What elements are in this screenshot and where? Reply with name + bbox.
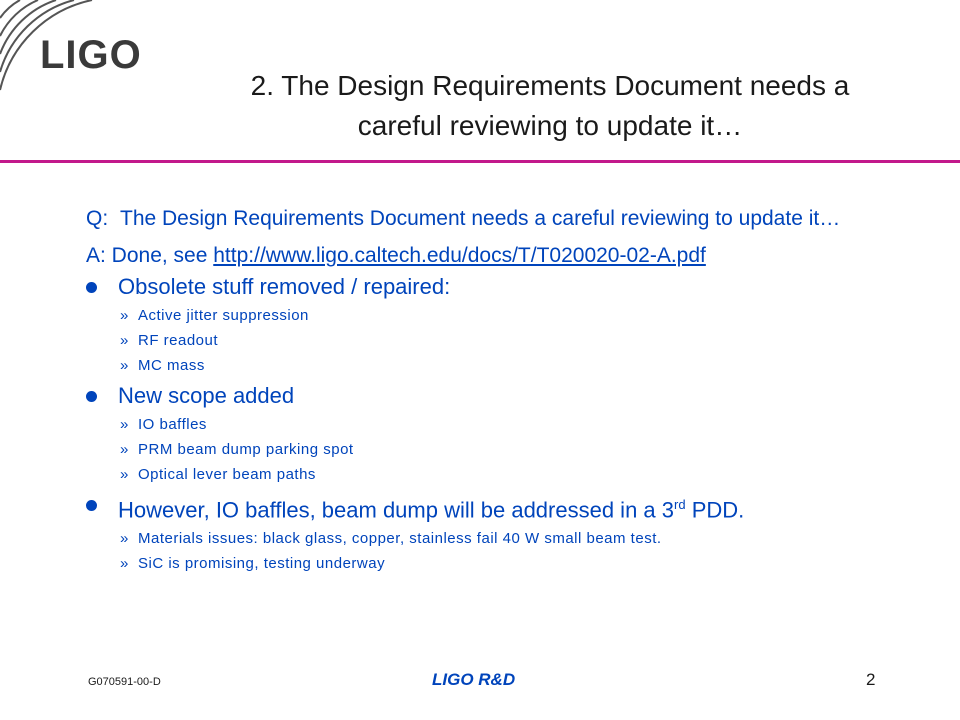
sub-item-text: SiC is promising, testing underway (138, 555, 386, 573)
bullet-text: New scope added (118, 383, 295, 408)
bullet-obsolete: Obsolete stuff removed / repaired: (86, 274, 916, 300)
sub-item: » RF readout (86, 332, 916, 350)
title-line-1: 2. The Design Requirements Document need… (250, 70, 850, 101)
slide-title: 2. The Design Requirements Document need… (170, 66, 930, 146)
answer-paragraph: A: Done, see http://www.ligo.caltech.edu… (86, 244, 916, 268)
footer-center-label: LIGO R&D (432, 670, 516, 689)
footer-page-number: 2 (866, 670, 876, 689)
sub-item-text: Materials issues: black glass, copper, s… (138, 530, 662, 548)
sub-marker-icon: » (120, 441, 129, 458)
sub-item-text: RF readout (138, 332, 219, 349)
bullet-text-before: However, IO baffles, beam dump will be a… (118, 497, 675, 523)
sub-marker-icon: » (120, 466, 129, 483)
sub-marker-icon: » (120, 555, 129, 573)
sub-item-text: IO baffles (138, 416, 207, 433)
sub-marker-icon: » (120, 332, 129, 349)
sub-item-text: PRM beam dump parking spot (138, 441, 354, 458)
sub-item: » SiC is promising, testing underway (86, 555, 916, 573)
sub-item: » Optical lever beam paths (86, 466, 916, 484)
sub-item: » Active jitter suppression (86, 307, 916, 325)
sub-marker-icon: » (120, 530, 129, 548)
bullet-text-after: PDD. (685, 497, 745, 523)
title-line-2: careful reviewing to update it… (357, 110, 743, 141)
answer-prefix: A: Done, see (86, 244, 214, 267)
sub-item-text: MC mass (138, 357, 205, 374)
footer-doc-id: G070591-00-D (88, 676, 161, 688)
sub-marker-icon: » (120, 307, 129, 324)
bullet-dot-icon (86, 391, 97, 402)
sub-item: » IO baffles (86, 416, 916, 434)
bullet-superscript: rd (674, 497, 686, 512)
question-label: Q: (86, 207, 109, 230)
bullet-however: However, IO baffles, beam dump will be a… (86, 492, 916, 523)
sub-marker-icon: » (120, 357, 129, 374)
bullet-new-scope: New scope added (86, 383, 916, 409)
sub-item-text: Optical lever beam paths (138, 466, 316, 483)
bullet-dot-icon (86, 282, 97, 293)
sub-item: » MC mass (86, 357, 916, 375)
slide-content: Q: The Design Requirements Document need… (86, 208, 916, 573)
bullet-dot-icon (86, 500, 97, 511)
sub-item: » Materials issues: black glass, copper, … (86, 530, 916, 548)
document-link[interactable]: http://www.ligo.caltech.edu/docs/T/T0200… (213, 244, 706, 267)
sub-marker-icon: » (120, 416, 129, 433)
sub-item: » PRM beam dump parking spot (86, 441, 916, 459)
question-text: The Design Requirements Document needs a… (120, 207, 841, 230)
sub-item-text: Active jitter suppression (138, 307, 309, 324)
ligo-logo: LIGO (0, 0, 160, 110)
bullet-text: Obsolete stuff removed / repaired: (118, 274, 451, 299)
title-divider (0, 160, 960, 163)
logo-text: LIGO (40, 33, 142, 77)
question-paragraph: Q: The Design Requirements Document need… (86, 208, 916, 230)
